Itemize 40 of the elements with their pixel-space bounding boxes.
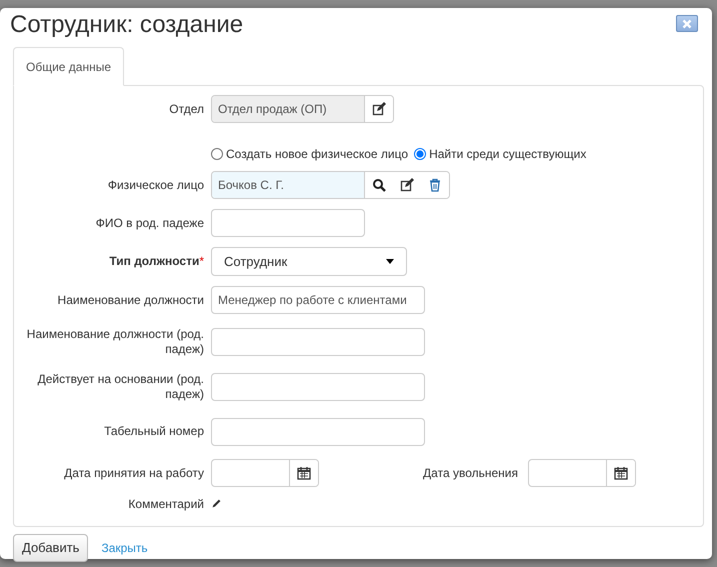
- text-field[interactable]: [211, 418, 425, 446]
- field-label: Табельный номер: [103, 424, 205, 439]
- radio-button[interactable]: [211, 148, 223, 160]
- text-field[interactable]: [211, 209, 365, 237]
- text-field[interactable]: Менеджер по работе с клиентами: [211, 286, 425, 314]
- close-link[interactable]: Закрыть: [101, 539, 148, 557]
- field-label: Комментарий: [127, 497, 205, 512]
- radio-label[interactable]: Найти среди существующих: [429, 145, 586, 163]
- lookup-field[interactable]: Бочков С. Г.: [211, 171, 450, 199]
- text-field[interactable]: [211, 328, 425, 356]
- field-label: Дата принятия на работу: [63, 466, 205, 480]
- text-field[interactable]: [211, 372, 425, 400]
- close-icon: [682, 18, 692, 28]
- field-label: Дата увольнения: [423, 466, 519, 480]
- calendar-icon: [297, 466, 311, 480]
- edit-icon: [372, 102, 386, 116]
- search-icon: [372, 178, 386, 192]
- field-label: Наименование должности: [56, 292, 205, 308]
- field-label: Отдел: [168, 102, 205, 116]
- radio-button[interactable]: [414, 148, 426, 160]
- radio-label[interactable]: Создать новое физическое лицо: [226, 145, 408, 163]
- tab[interactable]: Общие данные: [13, 47, 124, 86]
- caret-icon: [386, 259, 394, 264]
- field-label: Наименование должности (род. падеж): [26, 326, 205, 356]
- date-field[interactable]: [211, 459, 319, 487]
- calendar-icon: [614, 466, 628, 480]
- trash-icon: [428, 178, 442, 192]
- edit-icon: [400, 178, 414, 192]
- pencil-icon: [211, 498, 222, 509]
- close-button[interactable]: [676, 15, 698, 32]
- field-label: Тип должности: [109, 254, 200, 268]
- field-label: Действует на основании (род. падеж): [36, 372, 205, 402]
- add-button[interactable]: Добавить: [13, 534, 88, 562]
- field-label: Физическое лицо: [106, 178, 205, 192]
- window-title: Сотрудник: создание: [9, 10, 244, 40]
- date-field[interactable]: [528, 459, 636, 487]
- lookup-field[interactable]: Отдел продаж (ОП): [211, 95, 394, 123]
- dropdown[interactable]: Сотрудник: [211, 247, 407, 276]
- field-label: ФИО в род. падеже: [94, 216, 205, 230]
- required-mark: *: [199, 254, 204, 268]
